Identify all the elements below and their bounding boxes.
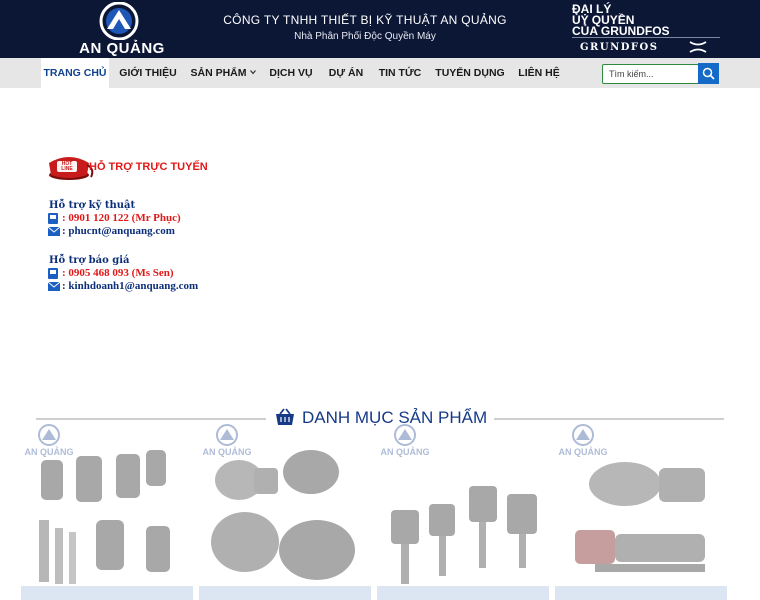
card-label-bar xyxy=(377,586,549,600)
nav-item-home[interactable]: TRANG CHỦ xyxy=(41,58,109,88)
category-card[interactable]: AN QUẢNG xyxy=(377,424,549,600)
logo-watermark-icon xyxy=(572,424,594,446)
category-card[interactable]: AN QUẢNG xyxy=(555,424,727,600)
multistage-pump-image xyxy=(575,462,705,572)
nav-item-contact[interactable]: LIÊN HỆ xyxy=(514,58,564,88)
vertical-pump-image xyxy=(391,486,537,584)
nav-item-news[interactable]: TIN TỨC xyxy=(376,58,424,88)
card-label-bar xyxy=(555,586,727,600)
nav-item-projects[interactable]: DỰ ÁN xyxy=(325,58,367,88)
company-tagline: Nhà Phân Phối Độc Quyền Máy xyxy=(294,31,436,42)
phone-icon xyxy=(48,268,58,279)
dealer-badge: ĐẠI LÝ ỦY QUYỀN CỦA GRUNDFOS xyxy=(572,3,722,38)
quote-phone-text: : 0905 468 093 (Ms Sen) xyxy=(62,267,174,279)
chevron-down-icon xyxy=(249,70,256,75)
nav-item-products[interactable]: SẢN PHẨM xyxy=(190,58,256,88)
nav-item-services[interactable]: DỊCH VỤ xyxy=(266,58,316,88)
card-label-bar xyxy=(21,586,193,600)
logo-mark-icon xyxy=(99,2,139,40)
surface-pump-image xyxy=(211,450,355,580)
dealer-divider xyxy=(572,37,720,38)
search-box xyxy=(602,64,699,84)
technical-email-text: : phucnt@anquang.com xyxy=(62,225,175,237)
search-button[interactable] xyxy=(698,63,719,84)
category-card[interactable]: AN QUẢNG xyxy=(21,424,193,600)
category-card[interactable]: AN QUẢNG xyxy=(199,424,371,600)
grundfos-brand: GRUNDFOS xyxy=(580,42,659,53)
logo-watermark-icon xyxy=(38,424,60,446)
section-divider-right xyxy=(494,418,724,420)
card-label-bar xyxy=(199,586,371,600)
site-header: AN QUẢNG CÔNG TY TNHH THIẾT BỊ KỸ THUẬT … xyxy=(0,0,760,58)
quote-support-title: Hỗ trợ báo giá xyxy=(49,255,130,266)
phone-icon xyxy=(48,213,58,224)
hotline-badge-text: HOT LINE xyxy=(61,161,73,172)
logo-text: AN QUẢNG xyxy=(79,40,165,57)
submersible-pump-image xyxy=(39,450,170,584)
site-logo[interactable]: AN QUẢNG xyxy=(78,2,166,57)
search-icon xyxy=(702,67,715,80)
nav-item-about[interactable]: GIỚI THIỆU xyxy=(116,58,180,88)
technical-support-title: Hỗ trợ kỹ thuật xyxy=(49,200,136,211)
grundfos-x-icon xyxy=(689,41,707,53)
company-block: CÔNG TY TNHH THIẾT BỊ KỸ THUẬT AN QUẢNG … xyxy=(220,13,510,42)
logo-watermark-icon xyxy=(216,424,238,446)
logo-watermark-icon xyxy=(394,424,416,446)
quote-email-text: : kinhdoanh1@anquang.com xyxy=(62,280,199,292)
email-icon xyxy=(47,226,61,236)
dealer-line: CỦA GRUNDFOS xyxy=(572,24,670,38)
nav-item-careers[interactable]: TUYỂN DỤNG xyxy=(434,58,506,88)
email-icon xyxy=(47,281,61,291)
search-input[interactable] xyxy=(603,65,697,82)
section-divider-left xyxy=(36,418,266,420)
company-name: CÔNG TY TNHH THIẾT BỊ KỸ THUẬT AN QUẢNG xyxy=(223,13,507,27)
nav-item-products-label: SẢN PHẨM xyxy=(190,67,247,79)
support-title: HỖ TRỢ TRỰC TUYẾN xyxy=(89,161,208,173)
technical-phone-text: : 0901 120 122 (Mr Phục) xyxy=(62,212,181,224)
